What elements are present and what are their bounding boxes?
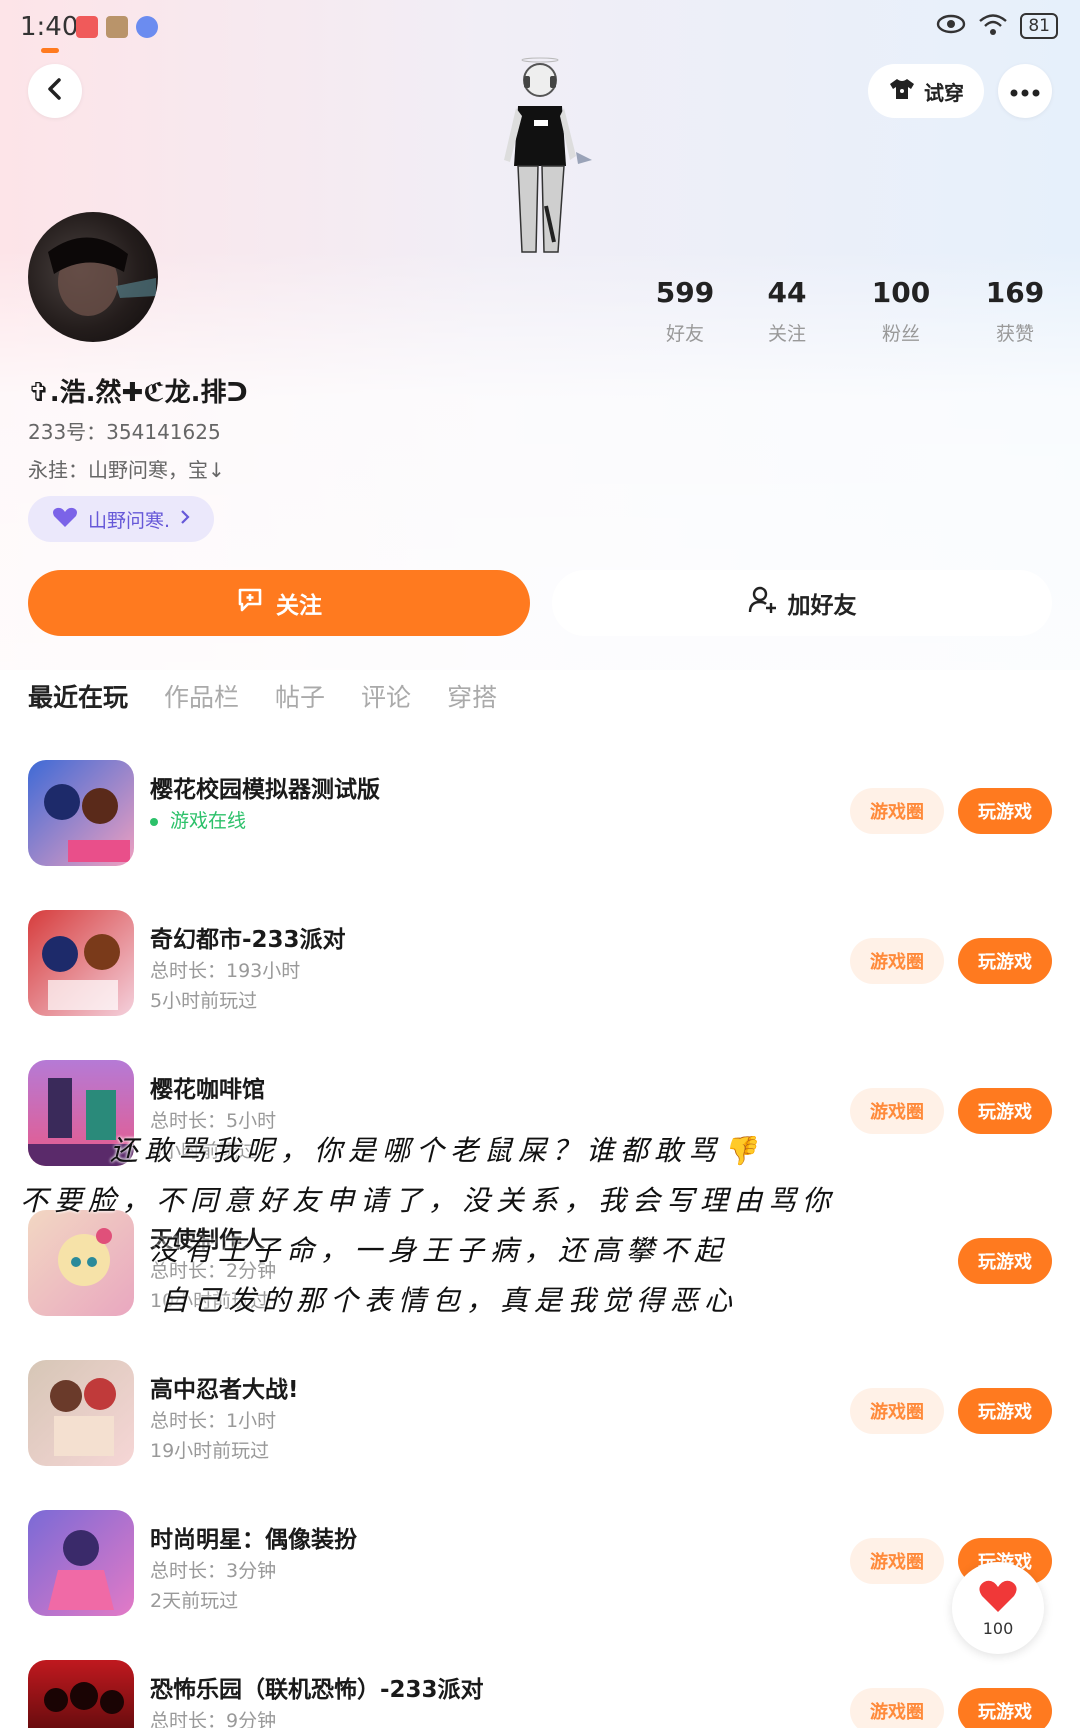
add-follow-icon — [236, 586, 266, 620]
stat-likes[interactable]: 169 获赞 — [960, 276, 1070, 346]
stat-following[interactable]: 44 关注 — [732, 276, 842, 346]
battery-indicator: 81 — [1020, 13, 1058, 39]
profile-avatar[interactable] — [28, 212, 158, 342]
stat-label: 好友 — [665, 323, 704, 345]
game-title: 奇幻都市-233派对 — [150, 927, 346, 953]
game-row[interactable]: 奇幻都市-233派对 总时长：193小时 5小时前玩过 游戏圈 玩游戏 — [0, 898, 1080, 1048]
game-last-played: 19小时前玩过 — [150, 1440, 270, 1462]
game-circle-button[interactable]: 游戏圈 — [850, 1538, 944, 1584]
tab-works[interactable]: 作品栏 — [164, 678, 239, 738]
play-game-button[interactable]: 玩游戏 — [958, 1688, 1052, 1728]
play-game-button[interactable]: 玩游戏 — [958, 938, 1052, 984]
game-row[interactable]: 恐怖乐园（联机恐怖）-233派对 总时长：9分钟 游戏圈 玩游戏 — [0, 1648, 1080, 1728]
game-icon[interactable] — [28, 1360, 134, 1466]
overlay-line: 不要脸，不同意好友申请了，没关系，我会写理由骂你 — [20, 1184, 837, 1217]
more-dots-icon — [1010, 82, 1040, 101]
overlay-caption: 还敢骂我呢，你是哪个老鼠屎？谁都敢骂👎 不要脸，不同意好友申请了，没关系，我会写… — [20, 1126, 1060, 1326]
game-icon[interactable] — [28, 760, 134, 866]
app-notification-icon — [106, 16, 128, 38]
play-game-button[interactable]: 玩游戏 — [958, 788, 1052, 834]
game-last-played: 2天前玩过 — [150, 1590, 239, 1612]
stat-friends[interactable]: 599 好友 — [630, 276, 740, 346]
status-bar: 1:40 81 — [0, 0, 1080, 56]
game-title: 恐怖乐园（联机恐怖）-233派对 — [150, 1677, 484, 1703]
stat-label: 关注 — [767, 323, 806, 345]
signature: 永挂：山野问寒，宝↓ — [28, 458, 225, 482]
more-options-button[interactable] — [998, 64, 1052, 118]
tab-comments[interactable]: 评论 — [361, 678, 411, 738]
profile-tabs: 最近在玩 作品栏 帖子 评论 穿搭 — [28, 678, 497, 738]
notification-icon — [76, 16, 98, 38]
add-person-icon — [748, 586, 778, 620]
stat-label: 粉丝 — [881, 323, 920, 345]
game-circle-button[interactable]: 游戏圈 — [850, 1388, 944, 1434]
game-playtime: 总时长：193小时 — [150, 960, 301, 982]
overlay-line: 没有王子命，一身王子病，还高攀不起 — [150, 1234, 729, 1267]
eye-icon — [936, 13, 966, 39]
relationship-tag-chip[interactable]: 山野问寒. — [28, 496, 215, 542]
stat-label: 获赞 — [995, 323, 1034, 345]
like-count: 100 — [982, 1618, 1014, 1638]
heart-icon — [978, 1579, 1018, 1617]
game-circle-button[interactable]: 游戏圈 — [850, 938, 944, 984]
game-title: 樱花校园模拟器测试版 — [150, 777, 380, 803]
game-playtime: 总时长：3分钟 — [150, 1560, 277, 1582]
tab-outfits[interactable]: 穿搭 — [447, 678, 497, 738]
game-title: 时尚明星：偶像装扮 — [150, 1527, 357, 1553]
online-status-label: 游戏在线 — [170, 810, 247, 832]
game-title: 高中忍者大战! — [150, 1377, 299, 1403]
play-game-button[interactable]: 玩游戏 — [958, 1388, 1052, 1434]
game-circle-button[interactable]: 游戏圈 — [850, 788, 944, 834]
character-avatar-figure[interactable] — [488, 56, 598, 256]
wifi-icon — [978, 12, 1008, 40]
stat-value: 100 — [871, 276, 931, 309]
online-dot-icon — [150, 817, 158, 826]
like-button[interactable]: 100 — [952, 1562, 1044, 1654]
stat-value: 44 — [767, 276, 807, 309]
try-on-label: 试穿 — [924, 80, 964, 105]
stat-value: 169 — [985, 276, 1045, 309]
heart-icon — [52, 506, 78, 533]
tab-recently-played[interactable]: 最近在玩 — [28, 678, 128, 738]
user-id[interactable]: 233号：354141625 — [28, 416, 221, 445]
game-online-status: 游戏在线 — [150, 806, 246, 833]
overlay-line: 还敢骂我呢，你是哪个老鼠屎？谁都敢骂👎 — [110, 1134, 763, 1167]
game-last-played: 5小时前玩过 — [150, 990, 258, 1012]
add-friend-label: 加好友 — [787, 593, 857, 619]
shirt-icon — [888, 77, 916, 106]
game-icon[interactable] — [28, 1510, 134, 1616]
browser-notification-icon — [136, 16, 158, 38]
tab-posts[interactable]: 帖子 — [275, 678, 325, 738]
game-row[interactable]: 时尚明星：偶像装扮 总时长：3分钟 2天前玩过 游戏圈 玩游戏 — [0, 1498, 1080, 1648]
try-on-button[interactable]: 试穿 — [868, 64, 984, 118]
chevron-left-icon — [45, 77, 65, 105]
follow-label: 关注 — [276, 593, 322, 619]
active-tab-indicator — [41, 48, 59, 53]
game-playtime: 总时长：1小时 — [150, 1410, 277, 1432]
game-icon[interactable] — [28, 1660, 134, 1728]
game-playtime: 总时长：9分钟 — [150, 1710, 277, 1728]
game-row[interactable]: 高中忍者大战! 总时长：1小时 19小时前玩过 游戏圈 玩游戏 — [0, 1348, 1080, 1498]
stat-value: 599 — [655, 276, 715, 309]
tag-label: 山野问寒. — [88, 509, 171, 532]
game-row[interactable]: 樱花校园模拟器测试版 游戏在线 游戏圈 玩游戏 — [0, 748, 1080, 898]
game-circle-button[interactable]: 游戏圈 — [850, 1688, 944, 1728]
overlay-line: 自己发的那个表情包，真是我觉得恶心 — [160, 1284, 739, 1317]
game-icon[interactable] — [28, 910, 134, 1016]
chevron-right-icon — [180, 508, 190, 530]
back-button[interactable] — [28, 64, 82, 118]
status-time: 1:40 — [20, 12, 79, 42]
add-friend-button[interactable]: 加好友 — [552, 570, 1052, 636]
stat-fans[interactable]: 100 粉丝 — [846, 276, 956, 346]
follow-button[interactable]: 关注 — [28, 570, 530, 636]
game-title: 樱花咖啡馆 — [150, 1077, 265, 1103]
username: ✞.浩.然✚ℭ龙.排ᑐ — [28, 378, 248, 408]
